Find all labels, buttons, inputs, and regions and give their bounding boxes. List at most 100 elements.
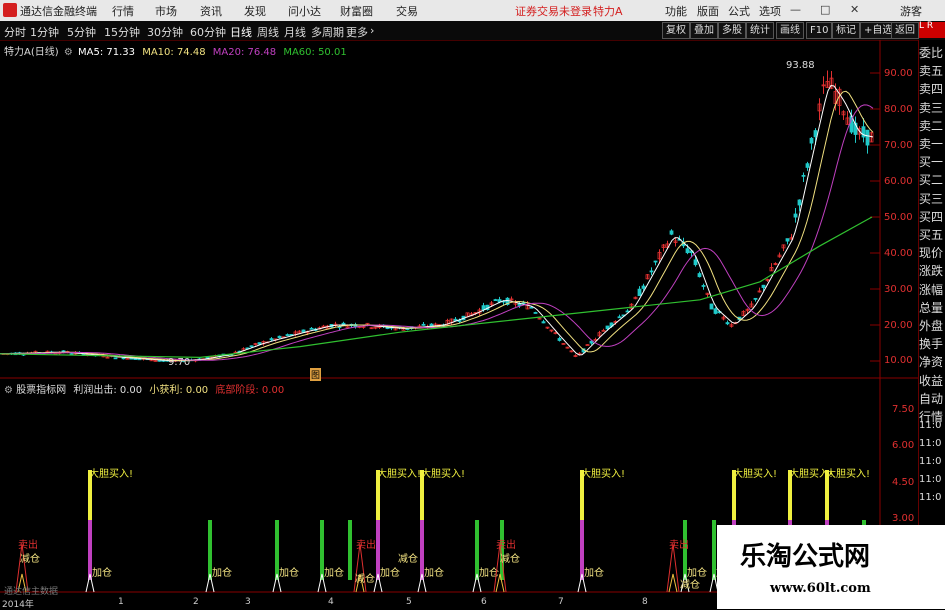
gear-icon[interactable]: ⚙ (4, 385, 13, 396)
date-tick: 2 (193, 597, 199, 607)
price-tick: 50.00 (884, 212, 913, 223)
sell-signal-label: 卖出 (669, 538, 689, 551)
period-tick[interactable]: 分时 (4, 24, 26, 40)
period-more[interactable]: 更多 (346, 24, 368, 40)
right-panel-label: 总量 (919, 300, 944, 315)
period-5min[interactable]: 5分钟 (67, 24, 96, 40)
sell-signal-label: 卖出 (496, 538, 516, 551)
low-price-label: 9.70 (168, 357, 191, 368)
f10-button[interactable]: F10 (806, 22, 833, 39)
period-multi[interactable]: 多周期 (311, 24, 344, 40)
menu-ask[interactable]: 问小达 (288, 3, 321, 19)
period-weekly[interactable]: 周线 (257, 24, 279, 40)
right-panel-label: 买二 (919, 173, 944, 188)
menu-market[interactable]: 市场 (155, 3, 177, 19)
sub-tick: 3.00 (892, 513, 915, 524)
add-position-label: 加仓 (380, 566, 400, 579)
price-tick: 10.00 (884, 355, 913, 366)
period-30min[interactable]: 30分钟 (147, 24, 183, 40)
menu-discover[interactable]: 发现 (244, 3, 266, 19)
right-panel-label: 委比 (919, 46, 944, 60)
signal-triangle (668, 573, 678, 593)
close-icon[interactable]: ✕ (850, 3, 859, 16)
candle-body (653, 260, 658, 263)
candle-body (809, 137, 814, 144)
sub-indicator-name: 股票指标网 (16, 385, 67, 396)
menu-trade[interactable]: 交易 (396, 3, 418, 19)
candle-body (617, 316, 622, 319)
period-daily[interactable]: 日线 (230, 24, 252, 40)
buy-signal-label: 大胆买入! (826, 467, 870, 480)
draw-button[interactable]: 画线 (776, 22, 804, 39)
multi-stock-button[interactable]: 多股 (718, 22, 746, 39)
kline-chart[interactable]: 大胆买入! 大胆买入! 大胆买入! 大胆买入! 大胆买入! 大胆买入!大胆买入!加仓 加仓加… (0, 40, 918, 609)
sell-triangle (666, 543, 680, 593)
date-tick: 8 (642, 597, 648, 607)
add-position-label: 加仓 (324, 566, 344, 579)
price-tick: 90.00 (884, 68, 913, 79)
right-panel-time: 11:0 (919, 456, 942, 467)
right-panel-label: 现价 (919, 246, 944, 261)
overlay-button[interactable]: 叠加 (690, 22, 718, 39)
period-monthly[interactable]: 月线 (284, 24, 306, 40)
adjust-button[interactable]: 复权 (662, 22, 690, 39)
sub-tick: 7.50 (892, 404, 915, 415)
sell-signal-label: 卖出 (18, 538, 38, 551)
ma60-line (0, 216, 873, 359)
right-panel-label: 收益 (919, 373, 944, 388)
minimize-icon[interactable]: — (790, 3, 801, 16)
mark-button[interactable]: 标记 (832, 22, 860, 39)
chevron-right-icon[interactable]: › (370, 24, 374, 37)
reduce-position-label: 减仓 (500, 552, 520, 565)
period-60min[interactable]: 60分钟 (190, 24, 226, 40)
menu-options[interactable]: 选项 (759, 3, 781, 19)
right-panel-label: 买一 (919, 155, 944, 170)
back-button[interactable]: 返回 (891, 22, 919, 39)
reduce-position-label: 减仓 (20, 552, 40, 565)
profit-attack-value: 利润出击: 0.00 (73, 385, 143, 396)
data-source-label: 通达信主数据 (4, 587, 59, 597)
reduce-position-label: 减仓 (680, 578, 700, 591)
right-panel-label: 外盘 (919, 319, 944, 333)
right-panel-label: 自动 (919, 391, 944, 406)
candle-body (713, 308, 718, 314)
watermark-title: 乐淘公式网 (740, 542, 871, 572)
candle-body (669, 230, 674, 235)
buy-signal-label: 大胆买入! (733, 467, 777, 480)
menu-function[interactable]: 功能 (665, 3, 687, 19)
candle-body (257, 342, 262, 345)
login-warning[interactable]: 证券交易未登录 (515, 3, 592, 19)
add-position-label: 加仓 (687, 566, 707, 579)
candle-body (309, 327, 314, 330)
right-panel-time: 11:0 (919, 438, 942, 449)
candle-body (797, 199, 802, 206)
bottom-stage-value: 底部阶段: 0.00 (215, 385, 285, 396)
menu-formula[interactable]: 公式 (728, 3, 750, 19)
period-1min[interactable]: 1分钟 (30, 24, 59, 40)
buy-signal-label: 大胆买入! (581, 467, 625, 480)
right-panel-label: 卖五 (919, 64, 944, 79)
menu-wealth[interactable]: 财富圈 (340, 3, 373, 19)
candle-body (761, 284, 766, 288)
stats-button[interactable]: 统计 (746, 22, 774, 39)
menu-news[interactable]: 资讯 (200, 3, 222, 19)
maximize-icon[interactable]: □ (820, 3, 830, 16)
right-panel-label: 卖四 (919, 82, 944, 97)
panel-toggle[interactable]: L R (919, 22, 945, 38)
candle-body (709, 303, 714, 310)
date-tick: 6 (481, 597, 487, 607)
candle-body (285, 334, 290, 336)
candle-body (269, 338, 274, 341)
add-position-label: 加仓 (424, 566, 444, 579)
candle-body (693, 259, 698, 266)
candle-body (481, 305, 486, 311)
candle-body (813, 130, 818, 138)
menu-layout[interactable]: 版面 (697, 3, 719, 19)
title-bar: 通达信金融终端 行情 市场 资讯 发现 问小达 财富圈 交易 证券交易未登录 特… (0, 0, 945, 22)
menu-quotes[interactable]: 行情 (112, 3, 134, 19)
guest-user[interactable]: 游客 (900, 3, 922, 19)
sub-tick: 4.50 (892, 477, 915, 488)
event-marker[interactable]: 图 (310, 368, 322, 381)
candle-body (541, 321, 546, 324)
period-15min[interactable]: 15分钟 (104, 24, 140, 40)
